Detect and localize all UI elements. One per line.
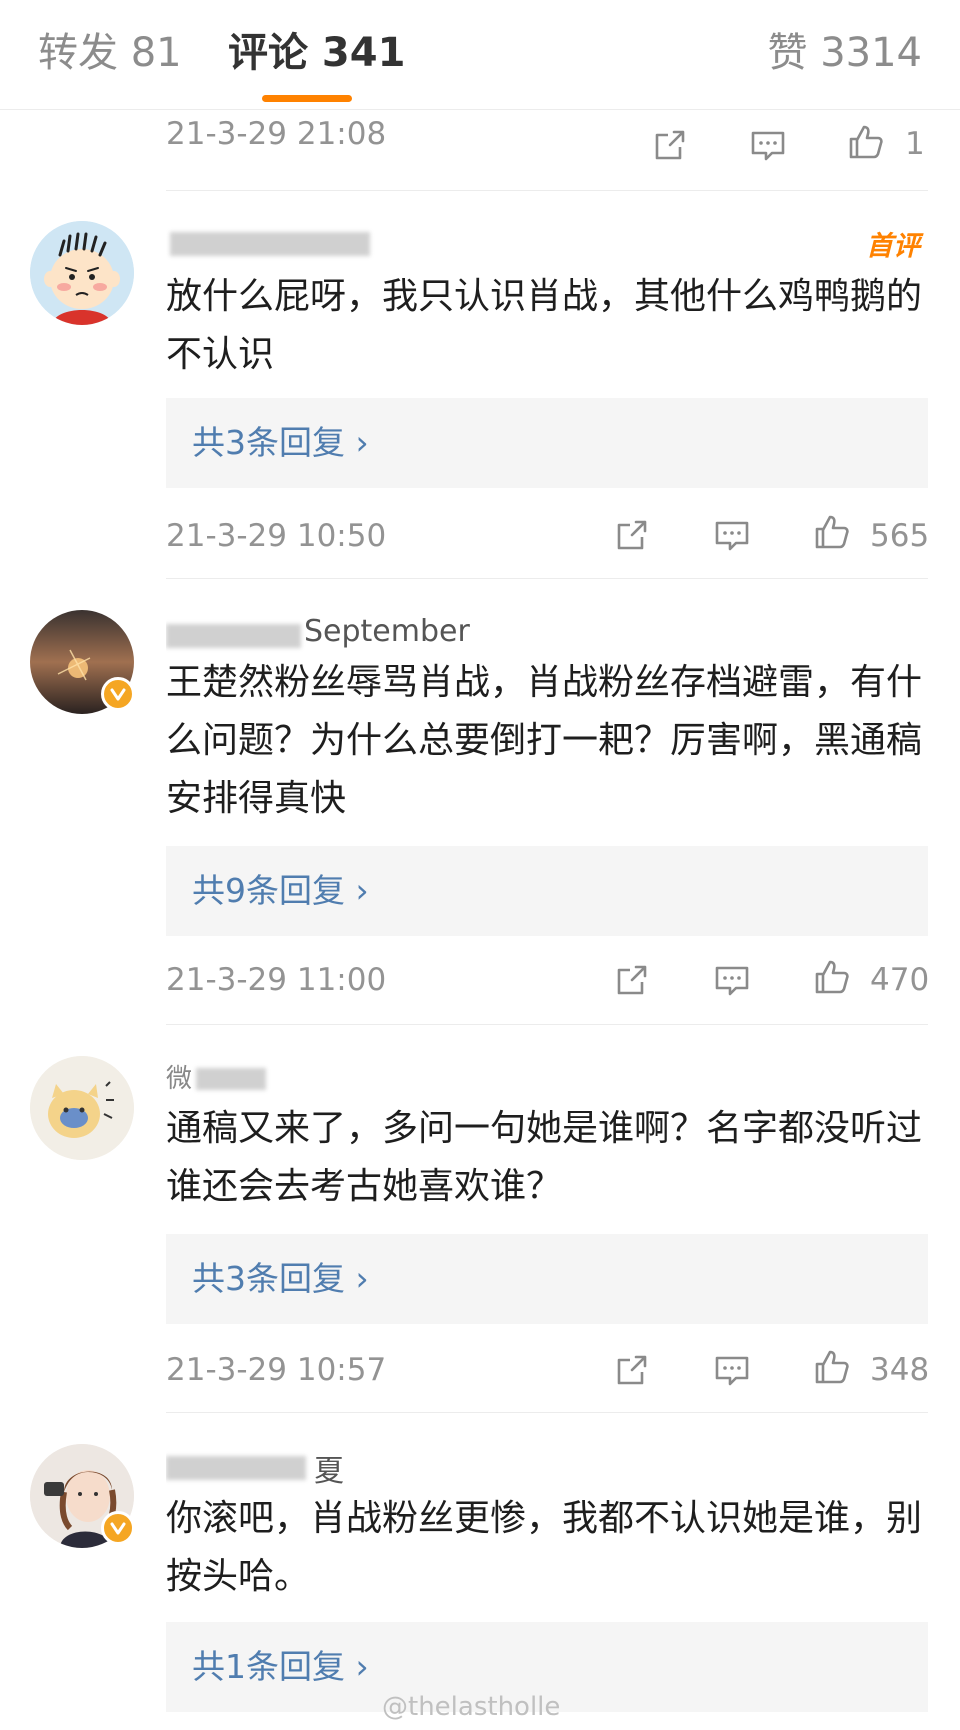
- reply-icon[interactable]: [712, 960, 752, 1000]
- divider: [166, 578, 928, 579]
- comment-text: 王楚然粉丝辱骂肖战，肖战粉丝存档避雷，有什么问题？为什么总要倒打一耙？厉害啊，黑…: [166, 662, 923, 819]
- avatar[interactable]: [30, 1056, 134, 1160]
- replies-label: 共1条回复 ›: [192, 1647, 369, 1686]
- replies-label: 共9条回复 ›: [192, 871, 369, 910]
- replies-button[interactable]: 共3条回复 ›: [166, 1234, 928, 1324]
- like-icon[interactable]: [812, 512, 852, 552]
- replies-button[interactable]: 共3条回复 ›: [166, 398, 928, 488]
- reply-icon[interactable]: [748, 125, 788, 165]
- like-count: 470: [870, 962, 930, 998]
- avatar[interactable]: [30, 221, 134, 325]
- share-icon[interactable]: [612, 515, 652, 555]
- share-icon[interactable]: [650, 125, 690, 165]
- reply-icon[interactable]: [712, 515, 752, 555]
- comment-text: 放什么屁呀，我只认识肖战，其他什么鸡鸭鹅的不认识: [166, 276, 923, 375]
- reply-icon[interactable]: [712, 1350, 752, 1390]
- like-count: 1: [905, 126, 925, 162]
- active-tab-indicator: [262, 95, 352, 102]
- divider: [166, 1024, 928, 1025]
- replies-label: 共3条回复 ›: [192, 423, 369, 462]
- username[interactable]: September: [166, 614, 496, 654]
- comment-timestamp: 21-3-29 11:00: [166, 962, 387, 998]
- divider: [166, 190, 928, 191]
- username[interactable]: 夏: [166, 1446, 356, 1486]
- username[interactable]: [166, 224, 376, 264]
- like-count: 348: [870, 1352, 930, 1388]
- comment-text: 你滚吧，肖战粉丝更惨，我都不认识她是谁，别按头哈。: [166, 1498, 923, 1597]
- watermark: @thelastholle: [382, 1692, 561, 1722]
- tab-bar: 转发 81 评论 341 赞 3314: [0, 0, 960, 110]
- tab-comments[interactable]: 评论 341: [228, 28, 405, 78]
- tab-reposts[interactable]: 转发 81: [38, 28, 182, 78]
- divider: [166, 1412, 928, 1413]
- verified-badge-icon: [101, 677, 135, 711]
- share-icon[interactable]: [612, 1350, 652, 1390]
- like-icon[interactable]: [846, 122, 886, 162]
- like-count: 565: [870, 518, 930, 554]
- like-icon[interactable]: [812, 1347, 852, 1387]
- username[interactable]: 微: [166, 1058, 286, 1098]
- comment-timestamp: 21-3-29 21:08: [166, 116, 387, 152]
- like-icon[interactable]: [812, 957, 852, 997]
- tab-likes[interactable]: 赞 3314: [767, 28, 922, 78]
- replies-label: 共3条回复 ›: [192, 1259, 369, 1298]
- first-comment-badge: 首评: [866, 231, 920, 262]
- share-icon[interactable]: [612, 960, 652, 1000]
- comment-timestamp: 21-3-29 10:57: [166, 1352, 387, 1388]
- verified-badge-icon: [101, 1511, 135, 1545]
- comment-timestamp: 21-3-29 10:50: [166, 518, 387, 554]
- comment-text: 通稿又来了，多问一句她是谁啊？名字都没听过谁还会去考古她喜欢谁？: [166, 1108, 923, 1207]
- replies-button[interactable]: 共9条回复 ›: [166, 846, 928, 936]
